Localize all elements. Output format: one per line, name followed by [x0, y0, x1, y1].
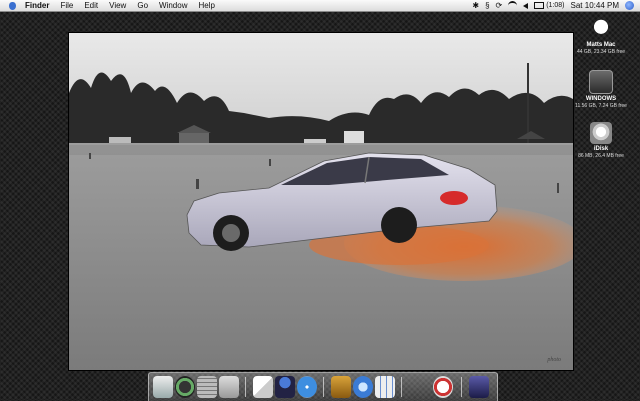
bg-building	[344, 131, 364, 143]
drive-skull-icon	[590, 18, 612, 40]
menu-edit[interactable]: Edit	[84, 0, 98, 11]
desktop-icon-label: iDisk	[593, 146, 609, 152]
dock	[148, 372, 498, 401]
desktop-icon-info: 44 GB, 23.34 GB free	[576, 49, 626, 55]
fence-line	[69, 145, 573, 155]
menu-finder[interactable]: Finder	[25, 0, 49, 11]
apple-menu-icon[interactable]	[5, 0, 19, 11]
dock-separator	[245, 377, 246, 397]
itunes-icon[interactable]	[353, 376, 373, 398]
photo-viewer: photo	[68, 32, 574, 371]
spotlight-icon[interactable]	[625, 1, 634, 10]
calculator-icon[interactable]	[197, 376, 217, 398]
photobooth-icon[interactable]	[433, 376, 453, 398]
desktop-icon-windows[interactable]: WINDOWS 11.56 GB, 7.24 GB free	[566, 70, 636, 109]
wifi-icon[interactable]	[508, 1, 518, 10]
dock-separator	[401, 377, 402, 397]
menu-window[interactable]: Window	[159, 0, 187, 11]
script-menu-icon[interactable]: §	[485, 0, 489, 11]
idisk-icon	[590, 122, 612, 144]
dashboard-icon[interactable]	[175, 376, 195, 398]
desktop-icon-idisk[interactable]: iDisk 86 MB, 26.4 MB free	[566, 122, 636, 159]
safari-icon[interactable]	[297, 376, 317, 398]
light-pole	[527, 63, 529, 143]
clock[interactable]: Sat 10:44 PM	[571, 0, 619, 11]
battery-status[interactable]: (1:08)	[534, 0, 565, 11]
garageband-icon[interactable]	[331, 376, 351, 398]
textedit-icon[interactable]	[253, 376, 273, 398]
battery-icon	[534, 1, 545, 9]
desktop-icon-label: WINDOWS	[585, 96, 617, 102]
menu-file[interactable]: File	[60, 0, 73, 11]
desktop-icon-label: Matts Mac	[586, 42, 616, 48]
preview-icon[interactable]	[219, 376, 239, 398]
windows-drive-icon	[589, 70, 613, 94]
menu-help[interactable]: Help	[198, 0, 214, 11]
photo-watermark: photo	[546, 357, 561, 363]
menu-go[interactable]: Go	[137, 0, 148, 11]
bluetooth-icon[interactable]: ✱	[472, 0, 479, 11]
rally-car-photo: photo	[69, 33, 573, 370]
finder-icon[interactable]	[153, 376, 173, 398]
desktop-icon-matts-mac[interactable]: Matts Mac 44 GB, 23.34 GB free	[566, 18, 636, 55]
dock-separator	[323, 377, 324, 397]
tent-base	[179, 133, 209, 143]
dock-separator	[461, 377, 462, 397]
menu-bar: Finder File Edit View Go Window Help ✱ §…	[0, 0, 640, 12]
automator-icon[interactable]	[275, 376, 295, 398]
sync-icon[interactable]: ⟳	[496, 0, 503, 11]
desktop-icon-info: 86 MB, 26.4 MB free	[578, 153, 624, 159]
battery-time: (1:08)	[546, 2, 565, 9]
tail-light	[440, 191, 468, 205]
volume-icon[interactable]	[523, 2, 529, 9]
desktop-icon-info: 11.56 GB, 7.24 GB free	[575, 103, 627, 109]
trash-icon[interactable]	[469, 376, 489, 398]
menu-view[interactable]: View	[109, 0, 126, 11]
rear-wheel	[381, 207, 417, 243]
grid-icon[interactable]	[375, 376, 395, 398]
